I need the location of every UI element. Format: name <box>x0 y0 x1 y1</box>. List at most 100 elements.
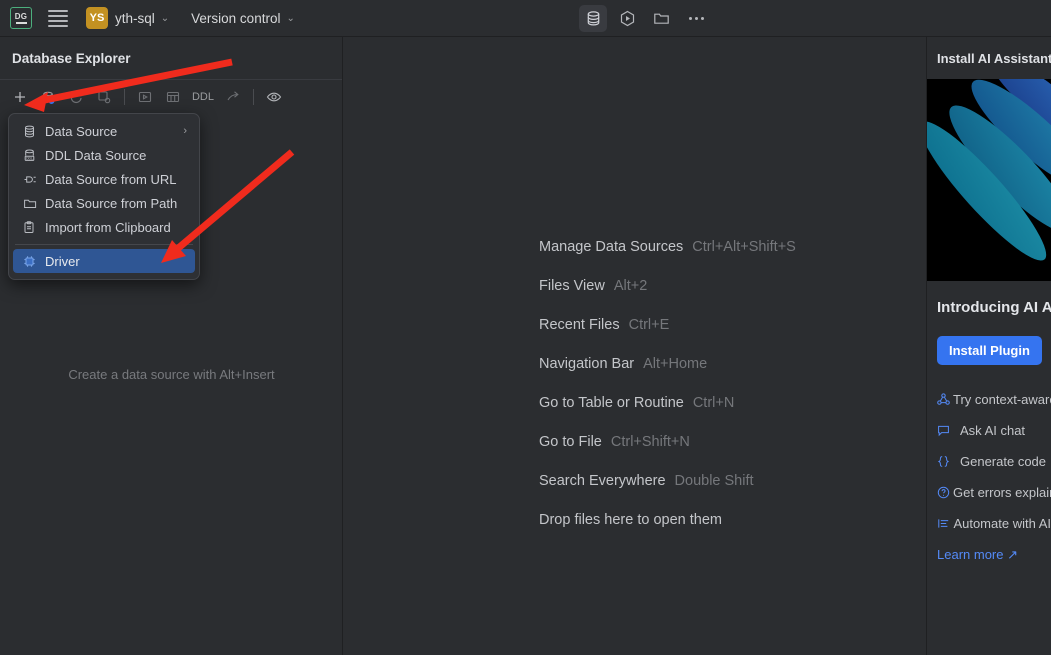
shortcut-key: Alt+2 <box>613 277 648 294</box>
chevron-right-icon: › <box>183 125 187 137</box>
menu-item-data-source-from-path[interactable]: Data Source from Path <box>13 191 195 215</box>
hamburger-icon[interactable] <box>48 9 68 27</box>
new-data-source-menu: Data Source › DDL DDL Data Source Data S… <box>8 113 200 280</box>
menu-item-label: Data Source <box>45 123 118 139</box>
ai-panel-heading: Introducing AI Assistant <box>937 299 1051 316</box>
ai-panel-body: Introducing AI Assistant Install Plugin … <box>927 281 1051 563</box>
ai-panel-title: Install AI Assistant <box>937 50 1051 66</box>
empty-editor-area: Manage Data Sources Ctrl+Alt+Shift+S Fil… <box>344 37 925 655</box>
feature-item-automate: Automate with AI <box>937 508 1051 539</box>
menu-item-driver[interactable]: Driver <box>13 249 195 273</box>
datagrip-logo-icon[interactable]: DG <box>10 7 32 29</box>
shortcut-name: Go to File <box>539 433 602 450</box>
drop-files-hint: Drop files here to open them <box>539 500 796 539</box>
database-icon[interactable] <box>579 5 607 32</box>
shortcut-row[interactable]: Go to Table or Routine Ctrl+N <box>539 383 796 422</box>
svg-text:DDL: DDL <box>26 156 33 160</box>
braces-icon <box>937 455 957 468</box>
shortcut-row[interactable]: Search Everywhere Double Shift <box>539 461 796 500</box>
empty-state-hint: Create a data source with Alt+Insert <box>68 367 275 382</box>
top-toolbar: DG YS yth-sql ⌄ Version control ⌄ <box>0 0 1051 37</box>
menu-item-label: DDL Data Source <box>45 147 147 163</box>
question-circle-icon <box>937 486 950 499</box>
ddl-icon[interactable]: DDL <box>188 85 218 109</box>
menu-item-ddl-data-source[interactable]: DDL DDL Data Source <box>13 143 195 167</box>
add-icon[interactable] <box>7 85 33 109</box>
feature-label: Try context-aware AI <box>953 392 1051 407</box>
driver-icon <box>23 255 43 268</box>
feature-label: Get errors explained <box>953 485 1051 500</box>
feature-label: Generate code <box>960 454 1047 469</box>
version-control-label[interactable]: Version control <box>191 11 280 26</box>
shortcut-row[interactable]: Recent Files Ctrl+E <box>539 305 796 344</box>
panel-title: Database Explorer <box>0 37 342 80</box>
chat-icon <box>937 424 957 437</box>
nodes-icon <box>937 393 950 406</box>
shortcut-key: Ctrl+N <box>692 394 735 411</box>
shortcut-row[interactable]: Files View Alt+2 <box>539 266 796 305</box>
shortcut-key: Ctrl+Shift+N <box>610 433 690 450</box>
chevron-down-icon[interactable]: ⌄ <box>161 13 169 24</box>
shortcut-name: Navigation Bar <box>539 355 635 372</box>
toolbar-separator-2 <box>253 89 254 105</box>
feature-item-errors-explained: Get errors explained <box>937 477 1051 508</box>
shortcut-row[interactable]: Navigation Bar Alt+Home <box>539 344 796 383</box>
shortcuts-list: Manage Data Sources Ctrl+Alt+Shift+S Fil… <box>539 227 796 539</box>
new-query-console-icon[interactable] <box>91 85 117 109</box>
shortcut-name: Go to Table or Routine <box>539 394 684 411</box>
menu-item-label: Data Source from Path <box>45 195 178 211</box>
learn-more-link[interactable]: Learn more ↗ <box>937 547 1051 563</box>
shortcut-row[interactable]: Manage Data Sources Ctrl+Alt+Shift+S <box>539 227 796 266</box>
feature-item-context-aware: Try context-aware AI <box>937 384 1051 415</box>
shortcut-name: Recent Files <box>539 316 620 333</box>
ai-feature-list: Try context-aware AI Ask AI chat <box>937 384 1051 539</box>
folder-icon[interactable] <box>647 5 675 32</box>
shortcut-name: Drop files here to open them <box>539 511 722 528</box>
more-options-icon[interactable] <box>681 5 711 32</box>
shortcut-name: Manage Data Sources <box>539 238 684 255</box>
ddl-database-icon: DDL <box>23 149 43 162</box>
feature-label: Automate with AI <box>953 516 1051 531</box>
shortcut-name: Search Everywhere <box>539 472 666 489</box>
plug-icon <box>23 173 43 186</box>
menu-item-data-source[interactable]: Data Source › <box>13 119 195 143</box>
shortcut-key: Ctrl+E <box>628 316 670 333</box>
view-options-icon[interactable] <box>261 85 287 109</box>
shortcut-key: Ctrl+Alt+Shift+S <box>692 238 796 255</box>
shortcut-key: Double Shift <box>674 472 754 489</box>
menu-item-label: Data Source from URL <box>45 171 177 187</box>
jump-to-icon[interactable] <box>220 85 246 109</box>
datagrip-window: DG YS yth-sql ⌄ Version control ⌄ Databa… <box>0 0 1051 655</box>
data-editor-icon[interactable] <box>160 85 186 109</box>
menu-item-label: Driver <box>45 253 80 269</box>
menu-separator <box>15 244 193 245</box>
center-tool-group <box>579 5 711 32</box>
ai-assistant-panel: Install AI Assistant Introducing AI Inst… <box>926 37 1051 655</box>
folder-icon <box>23 197 43 210</box>
project-badge[interactable]: YS <box>86 7 108 29</box>
shortcut-name: Files View <box>539 277 605 294</box>
database-icon <box>23 125 43 138</box>
chevron-down-icon-vc[interactable]: ⌄ <box>286 13 294 24</box>
menu-item-data-source-from-url[interactable]: Data Source from URL <box>13 167 195 191</box>
shortcut-row[interactable]: Go to File Ctrl+Shift+N <box>539 422 796 461</box>
ai-banner-image <box>927 79 1051 281</box>
add-data-source-icon[interactable] <box>35 85 61 109</box>
explorer-toolbar: DDL <box>0 80 342 114</box>
shortcut-key: Alt+Home <box>643 355 708 372</box>
menu-item-label: Import from Clipboard <box>45 219 171 235</box>
project-name[interactable]: yth-sql <box>115 11 155 26</box>
run-icon[interactable] <box>613 5 641 32</box>
feature-item-ask-ai-chat: Ask AI chat <box>937 415 1051 446</box>
logo-text: DG <box>14 11 28 21</box>
clipboard-icon <box>23 220 43 234</box>
toolbar-separator <box>124 89 125 105</box>
logo-underline <box>15 21 27 24</box>
feature-label: Ask AI chat <box>960 423 1026 438</box>
menu-item-import-from-clipboard[interactable]: Import from Clipboard <box>13 215 195 239</box>
refresh-icon[interactable] <box>63 85 89 109</box>
feature-item-generate-code: Generate code <box>937 446 1051 477</box>
install-plugin-button[interactable]: Install Plugin <box>937 336 1042 365</box>
list-icon <box>937 517 950 530</box>
open-console-icon[interactable] <box>132 85 158 109</box>
